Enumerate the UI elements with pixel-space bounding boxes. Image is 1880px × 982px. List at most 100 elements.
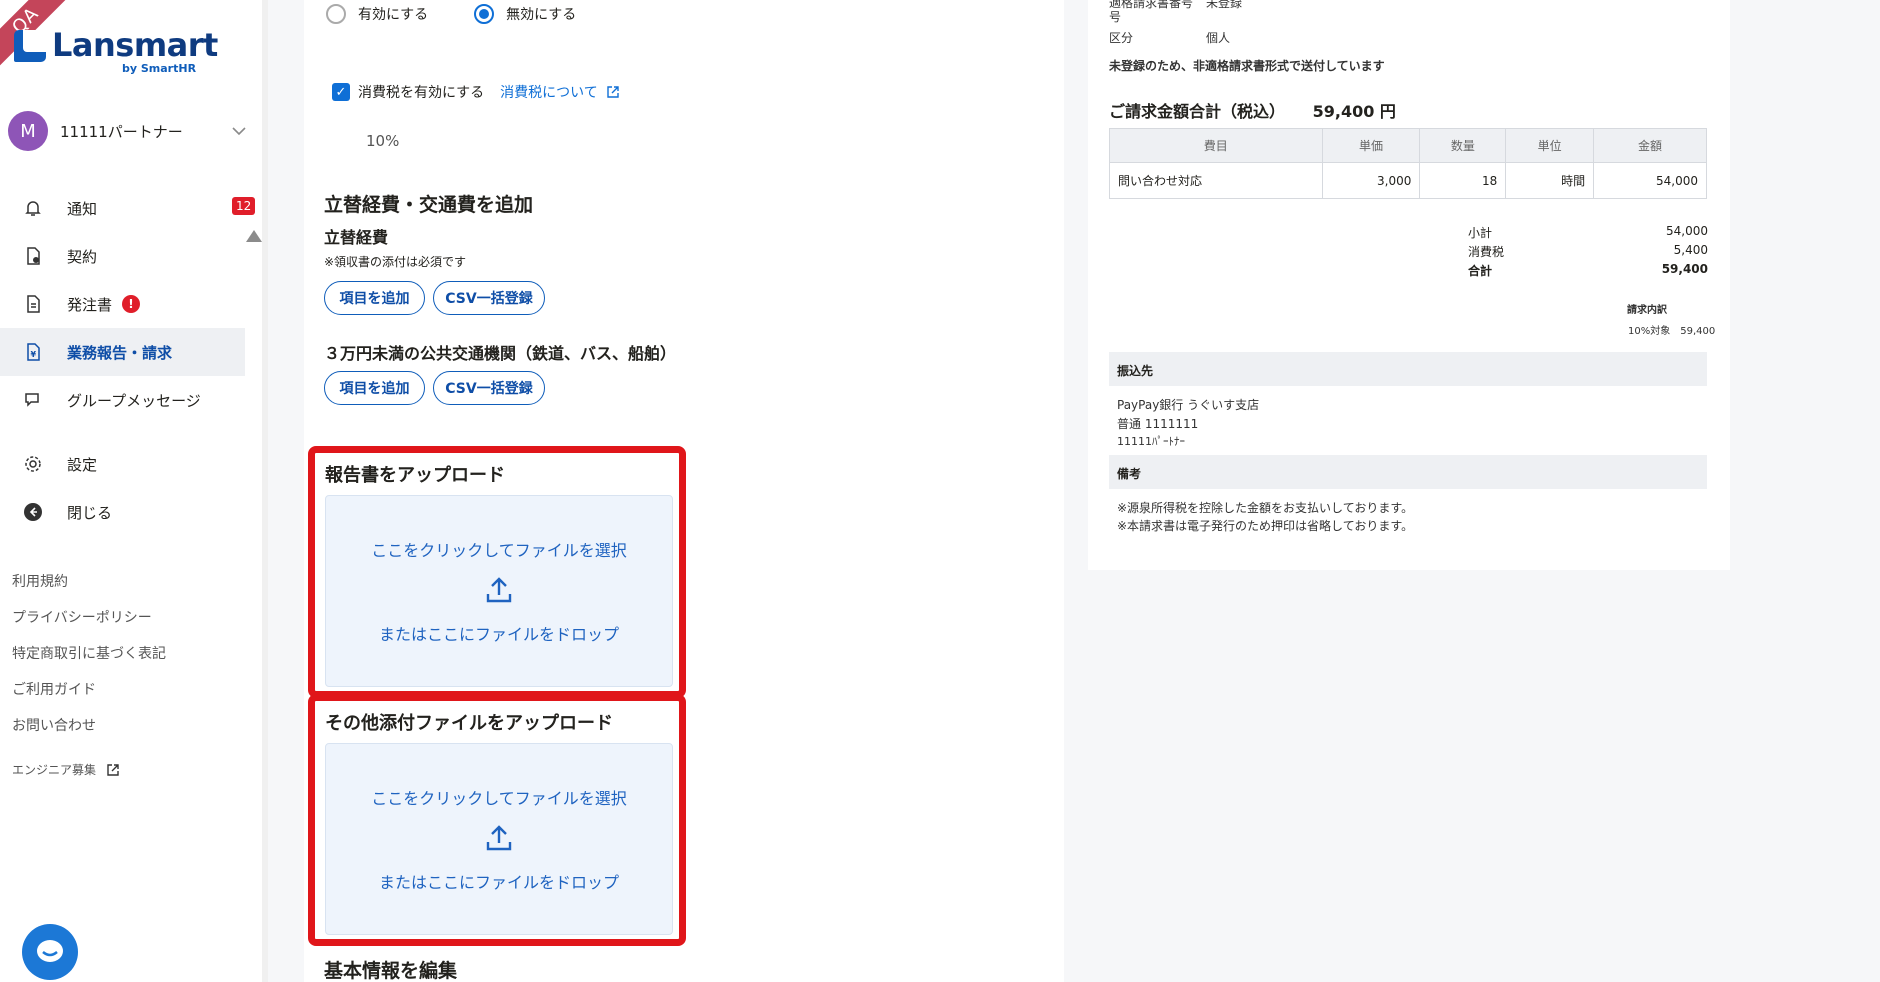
footer-link-guide[interactable]: ご利用ガイド: [12, 680, 166, 716]
dropzone-drop-text: またはここにファイルをドロップ: [378, 873, 619, 892]
sidebar: QA Lansmart by SmartHR M 11111パートナー 通知 1…: [0, 0, 268, 982]
radio-disable[interactable]: [474, 4, 495, 24]
sidebar-item-group-messages[interactable]: グループメッセージ: [0, 376, 245, 424]
report-upload-title: 報告書をアップロード: [325, 465, 505, 486]
invoice-total-value: 59,400 円: [1312, 102, 1396, 121]
bank-line: PayPay銀行 うぐいす支店: [1117, 398, 1260, 412]
category-label: 区分: [1109, 31, 1134, 45]
invoice-summary: 小計 54,000 消費税 5,400 合計 59,400: [1468, 224, 1708, 281]
footer-link-privacy[interactable]: プライバシーポリシー: [12, 608, 166, 644]
tax-checkbox[interactable]: ✓: [332, 83, 350, 101]
external-link-icon: [607, 86, 619, 98]
summary-label: 消費税: [1468, 245, 1505, 259]
account-switcher[interactable]: M 11111パートナー: [8, 111, 248, 151]
bank-title: 振込先: [1109, 352, 1707, 386]
summary-tax: 消費税 5,400: [1468, 243, 1708, 262]
sidebar-item-settings[interactable]: 設定: [0, 440, 245, 488]
document-icon: [22, 293, 44, 315]
summary-value: 54,000: [1666, 224, 1708, 238]
summary-value: 5,400: [1673, 243, 1708, 257]
invoice-preview: 適格請求書番号 未登録 号 区分 個人 未登録のため、非適格請求書形式で送付して…: [1088, 0, 1730, 570]
invoice-total-label: ご請求金額合計（税込）: [1109, 102, 1286, 121]
brand-sub: by SmartHR: [122, 62, 197, 75]
expenses-subtitle: 立替経費: [324, 228, 389, 247]
notification-count-badge: 12: [232, 197, 256, 215]
col-header: 単価: [1321, 128, 1421, 163]
sidebar-nav: 通知 12 契約 発注書 ! ¥ 業務報告・請求 グループメッセージ 設定 閉じ…: [0, 184, 256, 536]
radio-group-withholding: 有効にする 無効にする: [326, 4, 576, 24]
tax-rate-value: 10%: [366, 132, 400, 150]
category-value: 個人: [1206, 31, 1231, 45]
registration-label-suffix: 号: [1109, 10, 1122, 24]
expense-csv-import-button[interactable]: CSV一括登録: [433, 281, 545, 315]
radio-enable[interactable]: [326, 4, 346, 24]
registration-label-partial: 適格請求書番号: [1109, 0, 1194, 10]
sidebar-item-notifications[interactable]: 通知 12: [0, 184, 256, 232]
chevron-down-icon: [232, 127, 246, 136]
alert-icon: !: [122, 295, 141, 313]
col-header: 単位: [1505, 128, 1595, 163]
col-header: 費目: [1109, 128, 1323, 163]
brand-logo[interactable]: Lansmart: [14, 26, 218, 64]
summary-total: 合計 59,400: [1468, 262, 1708, 281]
table-cell: 問い合わせ対応: [1109, 162, 1323, 199]
support-chat-button[interactable]: [22, 924, 78, 980]
upload-icon: [486, 577, 512, 603]
footer-link-contact[interactable]: お問い合わせ: [12, 716, 166, 752]
invoice-yen-icon: ¥: [22, 341, 44, 363]
sidebar-item-orders[interactable]: 発注書 !: [0, 280, 245, 328]
avatar: M: [8, 111, 48, 151]
table-row: 問い合わせ対応 3,000 18 時間 54,000: [1109, 162, 1707, 199]
table-cell: 時間: [1505, 162, 1595, 199]
sidebar-item-close[interactable]: 閉じる: [0, 488, 245, 536]
sidebar-item-label: 業務報告・請求: [67, 343, 173, 362]
external-link-icon: [107, 764, 119, 776]
remarks-title: 備考: [1109, 455, 1707, 489]
gear-icon: [22, 453, 44, 475]
scroll-up-arrow-icon[interactable]: [246, 230, 262, 242]
other-upload-title: その他添付ファイルをアップロード: [325, 713, 613, 734]
col-header: 金額: [1593, 128, 1707, 163]
footer-link-label: エンジニア募集: [12, 763, 97, 777]
radio-enable-label: 有効にする: [358, 7, 429, 23]
invoice-items-table: 費目 単価 数量 単位 金額 問い合わせ対応 3,000 18 時間 54,00…: [1109, 128, 1707, 199]
invoice-total: ご請求金額合計（税込） 59,400 円: [1109, 98, 1396, 122]
breakdown-label: 請求内訳: [1627, 305, 1667, 316]
footer-link-terms[interactable]: 利用規約: [12, 572, 166, 608]
transport-csv-import-button[interactable]: CSV一括登録: [433, 371, 545, 405]
sidebar-item-contracts[interactable]: 契約: [0, 232, 245, 280]
add-transport-item-button[interactable]: 項目を追加: [324, 371, 425, 405]
brand-mark-icon: [14, 30, 46, 62]
other-file-dropzone[interactable]: ここをクリックしてファイルを選択 またはここにファイルをドロップ: [325, 743, 673, 935]
dropzone-click-text: ここをクリックしてファイルを選択: [371, 789, 627, 808]
remarks-line: ※本請求書は電子発行のため押印は省略しております。: [1117, 519, 1414, 533]
summary-value: 59,400: [1661, 262, 1708, 276]
bank-line: 11111ﾊﾟｰﾄﾅｰ: [1117, 435, 1185, 448]
sidebar-item-label: 発注書: [67, 295, 113, 314]
dropzone-click-text: ここをクリックしてファイルを選択: [371, 541, 627, 560]
footer-link-careers[interactable]: エンジニア募集: [12, 752, 166, 788]
upload-icon: [486, 825, 512, 851]
report-file-dropzone[interactable]: ここをクリックしてファイルを選択 またはここにファイルをドロップ: [325, 495, 673, 687]
brand-name: Lansmart: [52, 26, 218, 64]
add-expense-item-button[interactable]: 項目を追加: [324, 281, 425, 315]
tax-checkbox-row: ✓ 消費税を有効にする 消費税について: [332, 82, 620, 102]
non-qualified-notice: 未登録のため、非適格請求書形式で送付しています: [1109, 59, 1385, 73]
sidebar-item-label: 設定: [67, 455, 98, 474]
chat-bubbles-icon: [22, 389, 44, 411]
transport-title: ３万円未満の公共交通機関（鉄道、バス、船舶）: [324, 344, 677, 363]
sidebar-item-reports[interactable]: ¥ 業務報告・請求: [0, 328, 245, 376]
tax-help-link[interactable]: 消費税について: [500, 82, 620, 102]
other-upload-section: その他添付ファイルをアップロード ここをクリックしてファイルを選択 またはここに…: [308, 694, 686, 946]
svg-text:¥: ¥: [31, 350, 37, 359]
summary-subtotal: 小計 54,000: [1468, 224, 1708, 243]
footer-link-commerce[interactable]: 特定商取引に基づく表記: [12, 644, 166, 680]
expenses-note: ※領収書の添付は必須です: [324, 255, 467, 269]
bank-line: 普通 1111111: [1117, 417, 1199, 431]
dropzone-drop-text: またはここにファイルをドロップ: [378, 625, 619, 644]
arrow-left-circle-icon: [22, 501, 44, 523]
sidebar-item-label: 通知: [67, 199, 98, 218]
registration-value-partial: 未登録: [1206, 0, 1243, 10]
tax-help-link-label: 消費税について: [500, 85, 598, 101]
sidebar-scrollbar[interactable]: [262, 0, 268, 982]
